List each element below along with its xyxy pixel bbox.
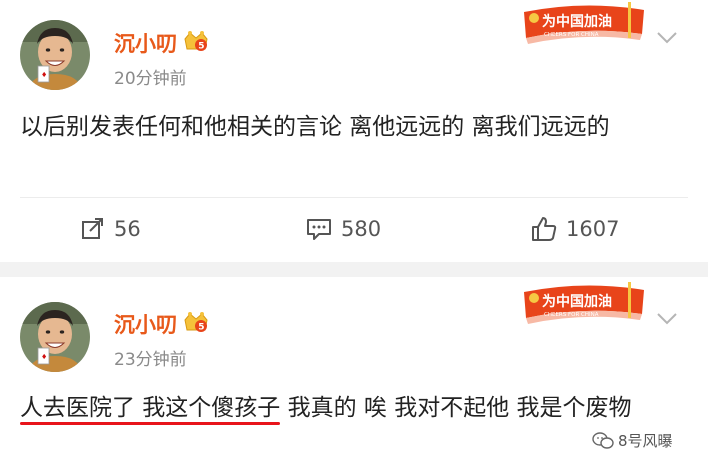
banner-subtext: CHEERS FOR CHINA — [544, 32, 599, 38]
author-name-text[interactable]: 沉小叨 — [114, 313, 177, 337]
post-text-rest: 我真的 唉 我对不起他 我是个废物 — [280, 395, 632, 421]
author-name[interactable]: 沉小叨 5 — [114, 309, 210, 339]
wechat-icon — [592, 431, 614, 449]
thumbs-up-icon — [532, 217, 557, 241]
share-icon — [82, 218, 103, 239]
post-separator — [0, 262, 708, 277]
author-name-text[interactable]: 沉小叨 — [114, 32, 177, 56]
badge-level: 5 — [198, 42, 204, 52]
comment-count: 580 — [341, 217, 382, 241]
comment-button[interactable]: 580 — [305, 214, 381, 244]
svg-text:♦: ♦ — [41, 71, 47, 79]
comment-icon — [307, 219, 331, 240]
post-time: 23分钟前 — [114, 350, 187, 370]
watermark: 8号风曝 — [592, 430, 673, 451]
share-button[interactable]: 56 — [80, 214, 141, 244]
banner-subtext: CHEERS FOR CHINA — [544, 312, 599, 318]
like-button[interactable]: 1607 — [530, 214, 619, 244]
avatar[interactable]: ♦ — [20, 302, 90, 372]
post-text: 人去医院了 我这个傻孩子 我真的 唉 我对不起他 我是个废物 — [20, 389, 690, 427]
watermark-text: 8号风曝 — [618, 432, 673, 450]
banner-text: 为中国加油 — [542, 293, 612, 310]
crown-badge-icon: 5 — [182, 29, 210, 58]
post-text: 以后别发表任何和他相关的言论 离他远远的 离我们远远的 — [20, 114, 610, 140]
weibo-post: ♦ 沉小叨 5 20分钟前 为中国加油 CHEERS FOR CHINA 以后别… — [0, 0, 708, 262]
crown-badge-icon: 5 — [182, 310, 210, 339]
banner-text: 为中国加油 — [542, 13, 612, 30]
cheers-for-china-banner: 为中国加油 CHEERS FOR CHINA — [518, 0, 650, 50]
badge-level: 5 — [198, 323, 204, 333]
like-count: 1607 — [566, 217, 620, 241]
chevron-down-icon[interactable] — [656, 30, 678, 44]
cheers-for-china-banner: 为中国加油 CHEERS FOR CHINA — [518, 280, 650, 330]
underlined-text: 人去医院了 我这个傻孩子 — [20, 395, 281, 421]
post-time: 20分钟前 — [114, 69, 187, 89]
divider — [20, 197, 688, 198]
chevron-down-icon[interactable] — [656, 311, 678, 325]
author-name[interactable]: 沉小叨 5 — [114, 28, 210, 58]
share-count: 56 — [114, 217, 141, 241]
avatar[interactable]: ♦ — [20, 20, 90, 90]
svg-text:♦: ♦ — [41, 353, 47, 361]
